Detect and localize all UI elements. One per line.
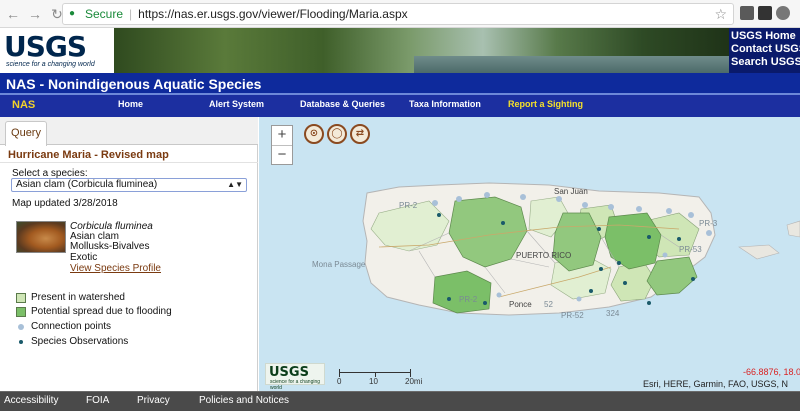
scale-label: 0 — [337, 377, 342, 386]
address-bar[interactable]: ● Secure | https://nas.er.usgs.gov/viewe… — [62, 3, 734, 25]
map-label-puerto-rico: PUERTO RICO — [516, 251, 572, 260]
usgs-tagline: science for a changing world — [6, 61, 95, 68]
map-label-san-juan: San Juan — [554, 187, 588, 196]
road-label: PR-2 — [399, 201, 418, 210]
banner-photo — [114, 28, 729, 73]
legend-connection: Connection points — [31, 321, 112, 332]
road-label: 324 — [606, 309, 620, 318]
bookmark-star-icon[interactable]: ☆ — [714, 6, 727, 23]
legend-connection-icon — [18, 324, 24, 330]
footer-privacy-link[interactable]: Privacy — [137, 395, 170, 406]
legend-observations: Species Observations — [31, 336, 129, 347]
species-photo — [16, 221, 66, 253]
nav-report-sighting[interactable]: Report a Sighting — [508, 99, 583, 109]
chevron-down-icon: ▲▼ — [227, 180, 243, 189]
extension-icon[interactable] — [740, 6, 754, 20]
basemap-globe-icon[interactable]: ◯ — [327, 124, 347, 144]
road-label: PR-52 — [561, 311, 584, 320]
zoom-out-button[interactable]: − — [272, 146, 292, 165]
fullscreen-icon[interactable]: ⇄ — [350, 124, 370, 144]
url-text: https://nas.er.usgs.gov/viewer/Flooding/… — [138, 7, 408, 21]
contact-usgs-link[interactable]: Contact USGS — [731, 43, 800, 56]
island-culebra — [786, 220, 800, 238]
legend-present: Present in watershed — [31, 292, 125, 303]
usgs-home-link[interactable]: USGS Home — [731, 30, 800, 43]
road-label: PR-53 — [679, 245, 702, 254]
map-attribution: Esri, HERE, Garmin, FAO, USGS, N — [643, 379, 789, 389]
legend-observation-icon — [19, 340, 23, 344]
map-view[interactable]: + − ⊙ ◯ ⇄ San Juan Mona Passage PUERTO R… — [259, 117, 800, 391]
footer-foia-link[interactable]: FOIA — [86, 395, 109, 406]
nav-database-queries[interactable]: Database & Queries — [300, 99, 385, 109]
footer-accessibility-link[interactable]: Accessibility — [4, 395, 58, 406]
species-status: Exotic — [70, 252, 98, 263]
map-logo-text: USGS — [269, 365, 309, 380]
forward-icon[interactable]: → — [26, 5, 44, 23]
legend-swatch-potential — [16, 307, 26, 317]
coordinate-readout: -66.8876, 18.0 — [743, 367, 800, 377]
nav-taxa-information[interactable]: Taxa Information — [409, 99, 481, 109]
query-panel: Query Hurricane Maria - Revised map Sele… — [0, 117, 258, 391]
zoom-control: + − — [271, 125, 293, 165]
map-label-ponce: Ponce — [509, 300, 532, 309]
scale-bar: 0 10 20mi — [337, 369, 429, 386]
road-label: 52 — [544, 300, 553, 309]
main-nav: NAS Home Alert System Database & Queries… — [0, 95, 800, 117]
search-usgs-link[interactable]: Search USGS — [731, 56, 800, 69]
panel-title: Hurricane Maria - Revised map — [8, 149, 169, 161]
tab-query[interactable]: Query — [5, 121, 47, 146]
legend-swatch-present — [16, 293, 26, 303]
island-vieques — [738, 244, 780, 260]
site-title: NAS - Nonindigenous Aquatic Species — [0, 73, 800, 95]
divider — [0, 162, 258, 163]
usgs-logo-text: USGS — [4, 30, 87, 63]
species-select[interactable]: Asian clam (Corbicula fluminea) ▲▼ — [11, 178, 247, 192]
map-updated: Map updated 3/28/2018 — [12, 198, 118, 209]
zoom-in-button[interactable]: + — [272, 126, 292, 145]
legend-potential: Potential spread due to flooding — [31, 306, 172, 317]
tab-strip: Query — [0, 117, 258, 146]
usgs-logo[interactable]: USGS science for a changing world — [0, 28, 114, 73]
species-profile-link[interactable]: View Species Profile — [70, 263, 161, 274]
banner-links: USGS Home Contact USGS Search USGS — [731, 30, 800, 69]
nav-alert-system[interactable]: Alert System — [209, 99, 264, 109]
browser-window: ← → ↻ ● Secure | https://nas.er.usgs.gov… — [0, 0, 800, 411]
url-separator: | — [129, 7, 133, 21]
species-group: Mollusks-Bivalves — [70, 241, 150, 252]
extension-icon[interactable] — [776, 6, 790, 20]
map-logo-tagline: science for a changing world — [270, 379, 321, 391]
scale-label: 10 — [369, 377, 378, 386]
species-select-value: Asian clam (Corbicula fluminea) — [16, 179, 158, 190]
map-usgs-logo: USGS science for a changing world — [265, 363, 325, 391]
map-label-mona-passage: Mona Passage — [312, 260, 366, 269]
browser-toolbar: ← → ↻ ● Secure | https://nas.er.usgs.gov… — [0, 0, 800, 28]
back-icon[interactable]: ← — [4, 5, 22, 23]
footer-policies-link[interactable]: Policies and Notices — [199, 395, 289, 406]
nav-home[interactable]: Home — [118, 99, 143, 109]
road-label: PR-2 — [459, 295, 478, 304]
usgs-banner: USGS science for a changing world USGS H… — [0, 28, 800, 73]
nas-logo[interactable]: NAS — [12, 99, 35, 111]
road-label: PR-3 — [699, 219, 718, 228]
banner-photo-water — [414, 56, 729, 73]
scale-label: 20mi — [405, 377, 423, 386]
footer: Accessibility FOIA Privacy Policies and … — [0, 391, 800, 411]
secure-label: Secure — [85, 7, 124, 21]
measure-tool-icon[interactable]: ⊙ — [304, 124, 324, 144]
lock-icon: ● — [69, 8, 76, 19]
extension-icon[interactable] — [758, 6, 772, 20]
